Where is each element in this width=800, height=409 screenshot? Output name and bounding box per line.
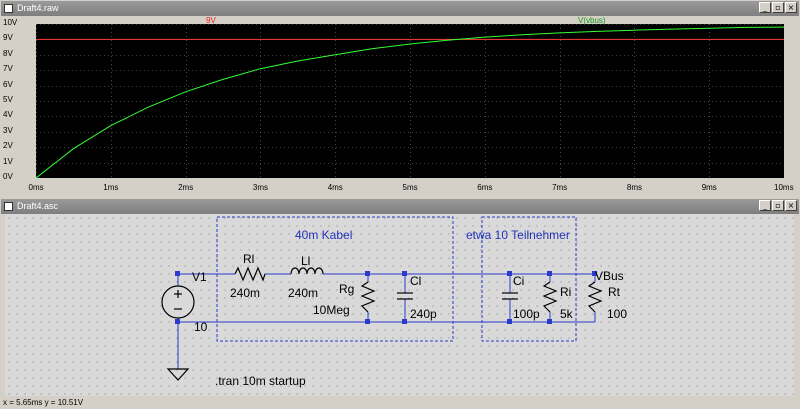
- ci-value[interactable]: 100p: [513, 307, 540, 321]
- ll-value[interactable]: 240m: [288, 286, 318, 300]
- net-name-vbus[interactable]: VBus: [595, 269, 624, 283]
- ci-name[interactable]: Ci: [513, 274, 524, 288]
- source-name[interactable]: V1: [192, 270, 207, 284]
- x-tick-label: 8ms: [626, 183, 643, 192]
- minimize-icon[interactable]: _: [759, 2, 771, 13]
- rl-value[interactable]: 240m: [230, 286, 260, 300]
- rt-value[interactable]: 100: [607, 307, 627, 321]
- ri-value[interactable]: 5k: [560, 307, 573, 321]
- x-tick-label: 2ms: [178, 183, 194, 192]
- y-tick-label: 1V: [3, 156, 13, 166]
- plot-area[interactable]: [36, 24, 784, 178]
- source-value[interactable]: 10: [194, 320, 207, 334]
- cl-value[interactable]: 240p: [410, 307, 437, 321]
- waveform-plot[interactable]: [36, 24, 784, 178]
- y-tick-label: 8V: [3, 48, 13, 58]
- x-tick-label: 10ms: [774, 183, 794, 192]
- schematic-titlebar[interactable]: Draft4.asc _ ▫ ×: [1, 199, 799, 214]
- waveform-titlebar[interactable]: Draft4.raw _ ▫ ×: [1, 1, 799, 16]
- y-tick-label: 10V: [3, 18, 18, 27]
- waveform-window-icon: [4, 4, 13, 13]
- cable-box-label[interactable]: 40m Kabel: [295, 228, 352, 242]
- waveform-window: Draft4.raw _ ▫ × 9V V(vbus) 10V 9V 8V 7V 6V 5…: [0, 0, 800, 196]
- rg-name[interactable]: Rg: [339, 282, 354, 296]
- series-line-vbus[interactable]: [36, 26, 784, 178]
- restore-icon[interactable]: ▫: [772, 200, 784, 211]
- y-tick-label: 9V: [3, 33, 13, 43]
- minimize-icon[interactable]: _: [759, 200, 771, 211]
- ground-icon[interactable]: [166, 368, 190, 381]
- x-tick-label: 5ms: [402, 183, 418, 192]
- x-tick-label: 0ms: [28, 183, 44, 192]
- resistor-ri[interactable]: [542, 281, 558, 313]
- cl-name[interactable]: Cl: [410, 274, 421, 288]
- ll-name[interactable]: Ll: [301, 254, 310, 268]
- rg-value[interactable]: 10Meg: [313, 303, 350, 317]
- inductor-ll[interactable]: [290, 267, 324, 275]
- x-tick-label: 6ms: [477, 183, 493, 192]
- schematic-drawing[interactable]: [5, 214, 794, 396]
- x-tick-label: 3ms: [252, 183, 269, 192]
- status-bar: x = 5.65ms y = 10.51V: [0, 397, 800, 409]
- close-icon[interactable]: ×: [785, 2, 797, 13]
- rt-name[interactable]: Rt: [608, 285, 620, 299]
- y-tick-label: 2V: [3, 141, 13, 151]
- waveform-title: Draft4.raw: [17, 3, 59, 13]
- x-tick-label: 9ms: [701, 183, 717, 192]
- x-tick-label: 4ms: [327, 183, 343, 192]
- cursor-readout: x = 5.65ms y = 10.51V: [3, 398, 84, 407]
- x-tick-label: 1ms: [103, 183, 119, 192]
- schematic-title: Draft4.asc: [17, 201, 59, 211]
- y-tick-label: 5V: [3, 95, 13, 104]
- restore-icon[interactable]: ▫: [772, 2, 784, 13]
- resistor-rl[interactable]: [234, 266, 266, 282]
- resistor-rg[interactable]: [360, 281, 376, 313]
- x-tick-label: 7ms: [552, 183, 568, 192]
- ri-name[interactable]: Ri: [560, 285, 571, 299]
- schematic-window-icon: [4, 202, 13, 211]
- y-tick-label: 6V: [3, 79, 13, 89]
- schematic-canvas[interactable]: 40m Kabel etwa 10 Teilnehmer V1 10 Rl 24…: [5, 214, 794, 396]
- rl-name[interactable]: Rl: [243, 252, 254, 266]
- spice-directive[interactable]: .tran 10m startup: [215, 374, 306, 388]
- y-tick-label: 7V: [3, 64, 13, 74]
- y-tick-label: 3V: [3, 125, 13, 135]
- y-tick-label: 0V: [3, 172, 13, 181]
- participants-box-label[interactable]: etwa 10 Teilnehmer: [466, 228, 570, 242]
- resistor-rt[interactable]: [587, 281, 603, 313]
- y-tick-label: 4V: [3, 110, 13, 120]
- close-icon[interactable]: ×: [785, 200, 797, 211]
